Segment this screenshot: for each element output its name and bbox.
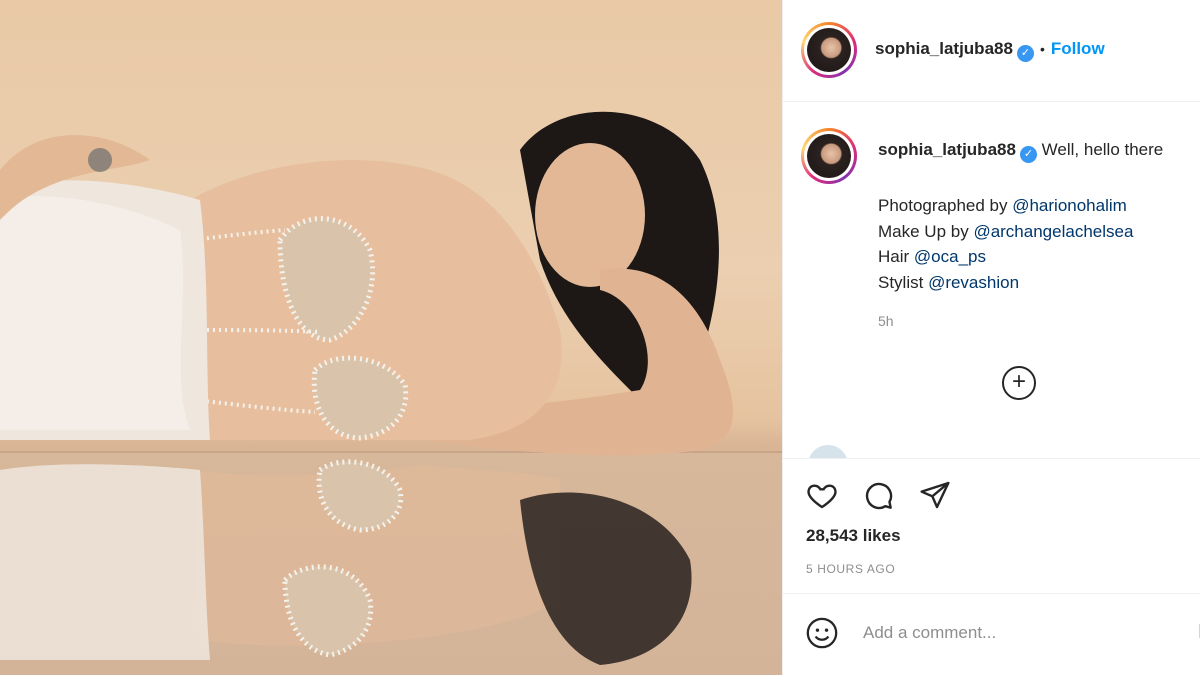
mention-link[interactable]: @revashion [928, 273, 1019, 292]
credit-line: Stylist @revashion [878, 270, 1133, 296]
post-time[interactable]: 5 HOURS AGO [806, 562, 895, 576]
credit-label: Make Up by [878, 221, 974, 241]
comment-input[interactable] [863, 620, 1183, 646]
caption-first-line: Well, hello there [1041, 140, 1164, 159]
avatar[interactable] [801, 22, 857, 78]
caption-username-link[interactable]: sophia_latjuba88 [878, 140, 1016, 159]
caption-credits: Photographed by @harionohalim Make Up by… [878, 193, 1133, 295]
credit-line: Photographed by @harionohalim [878, 193, 1133, 219]
post-photo[interactable] [0, 0, 782, 675]
mention-link[interactable]: @harionohalim [1012, 196, 1127, 215]
comment-bar [783, 593, 1200, 675]
next-comment-peek [808, 445, 1138, 458]
post-side-panel: sophia_latjuba88 ✓ • Follow sophia_latjuba8… [782, 0, 1200, 675]
verified-badge-icon: ✓ [1019, 146, 1037, 163]
caption-timestamp[interactable]: 5h [878, 313, 894, 329]
paper-plane-icon[interactable] [918, 479, 952, 516]
likes-count[interactable]: 28,543 likes [806, 526, 901, 546]
mention-link[interactable]: @oca_ps [914, 247, 986, 266]
caption-area: sophia_latjuba88 ✓ Well, hello there Phot… [783, 103, 1200, 458]
post-header: sophia_latjuba88 ✓ • Follow [783, 0, 1200, 102]
credit-label: Photographed by [878, 196, 1013, 215]
smiley-icon[interactable] [805, 616, 839, 655]
mention-link[interactable]: @archangelachelsea [973, 222, 1133, 241]
follow-button[interactable]: Follow [1051, 39, 1105, 58]
comment-bubble-icon[interactable] [861, 479, 895, 516]
caption-avatar[interactable] [801, 128, 857, 184]
verified-badge-icon: ✓ [1016, 45, 1034, 62]
plus-circle-icon[interactable]: + [1002, 366, 1036, 400]
post-photo-illustration [0, 111, 782, 675]
credit-line: Hair @oca_ps [878, 244, 1133, 270]
credit-line: Make Up by @archangelachelsea [878, 219, 1133, 245]
heart-icon[interactable] [805, 479, 839, 516]
credit-label: Stylist [878, 272, 929, 292]
separator-dot: • [1039, 41, 1045, 57]
post-actions: 28,543 likes 5 HOURS AGO [783, 458, 1200, 593]
username-link[interactable]: sophia_latjuba88 [875, 39, 1013, 58]
credit-label: Hair [878, 247, 914, 266]
